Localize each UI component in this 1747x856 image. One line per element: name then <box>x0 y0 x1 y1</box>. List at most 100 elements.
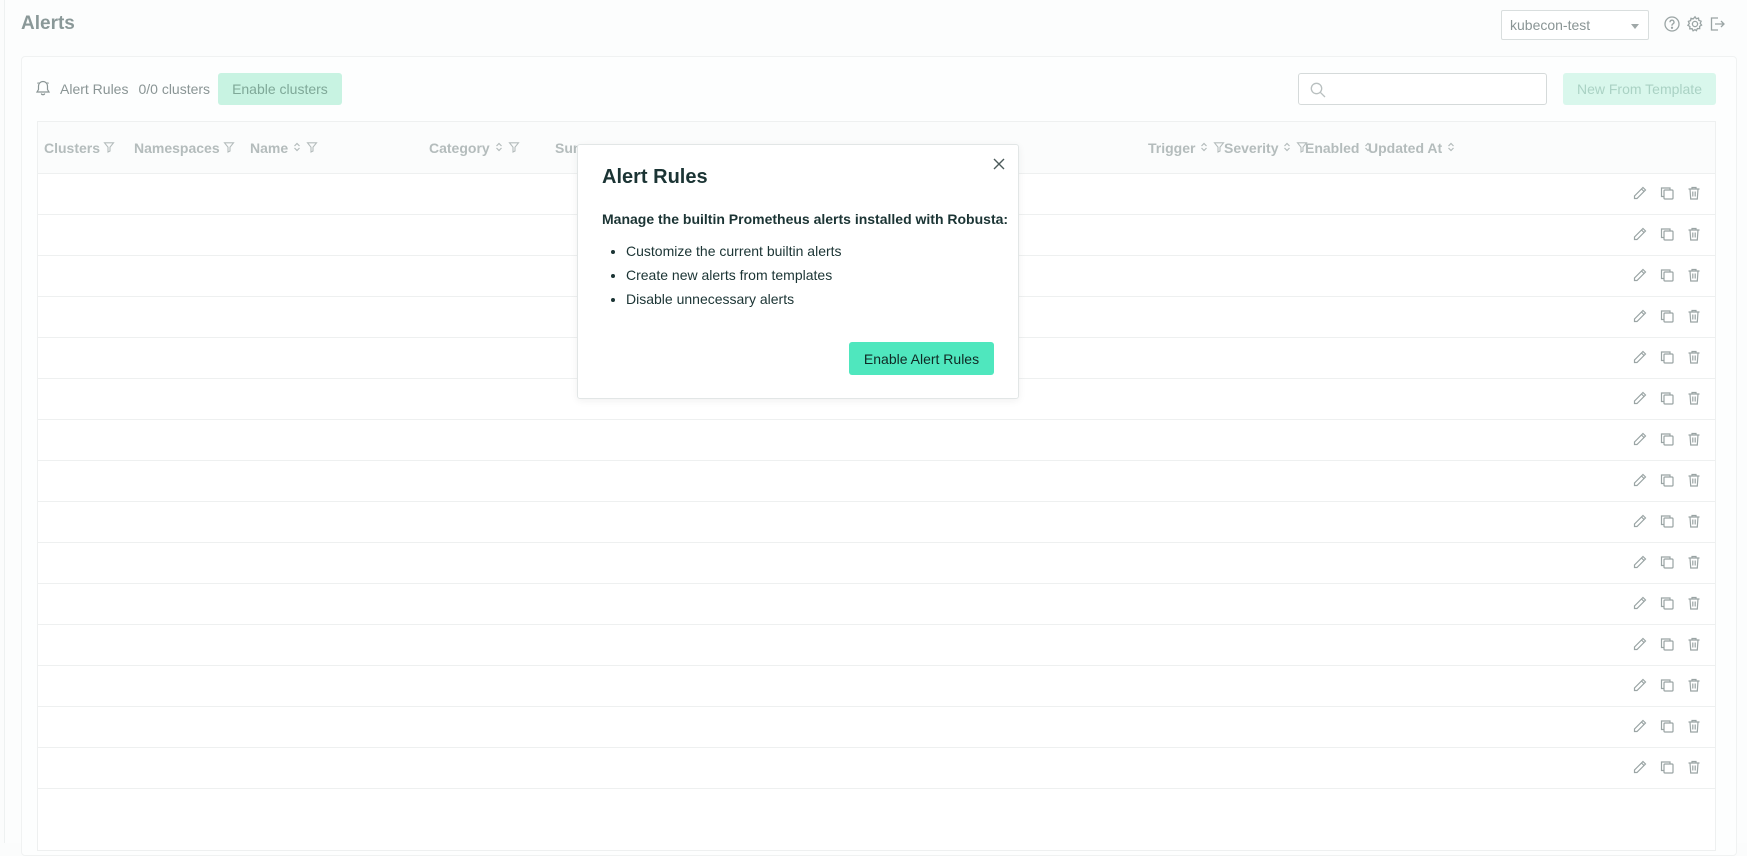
modal-feature-list: Customize the current builtin alerts Cre… <box>626 242 842 314</box>
column-header[interactable]: Name <box>250 140 318 156</box>
delete-icon[interactable] <box>1686 677 1702 693</box>
section-label: Alert Rules <box>60 81 129 97</box>
edit-icon[interactable] <box>1632 308 1648 324</box>
edit-icon[interactable] <box>1632 636 1648 652</box>
row-actions <box>1632 185 1702 201</box>
delete-icon[interactable] <box>1686 267 1702 283</box>
copy-icon[interactable] <box>1659 390 1675 406</box>
column-header[interactable]: Namespaces <box>134 140 235 156</box>
copy-icon[interactable] <box>1659 431 1675 447</box>
column-header[interactable]: Severity <box>1224 140 1309 156</box>
delete-icon[interactable] <box>1686 554 1702 570</box>
page-title: Alerts <box>21 13 75 34</box>
help-icon[interactable] <box>1663 15 1681 33</box>
search-box[interactable] <box>1298 73 1547 105</box>
delete-icon[interactable] <box>1686 390 1702 406</box>
edit-icon[interactable] <box>1632 554 1648 570</box>
column-header[interactable]: Enabled <box>1305 140 1374 156</box>
copy-icon[interactable] <box>1659 677 1675 693</box>
filter-icon[interactable] <box>103 140 115 156</box>
table-row <box>38 707 1715 748</box>
copy-icon[interactable] <box>1659 513 1675 529</box>
filter-icon[interactable] <box>222 140 235 156</box>
delete-icon[interactable] <box>1686 431 1702 447</box>
delete-icon[interactable] <box>1686 718 1702 734</box>
edit-icon[interactable] <box>1632 513 1648 529</box>
copy-icon[interactable] <box>1659 636 1675 652</box>
column-header[interactable]: Trigger <box>1148 140 1226 156</box>
edit-icon[interactable] <box>1632 718 1648 734</box>
delete-icon[interactable] <box>1686 226 1702 242</box>
enable-alert-rules-button[interactable]: Enable Alert Rules <box>849 342 994 375</box>
copy-icon[interactable] <box>1659 472 1675 488</box>
copy-icon[interactable] <box>1659 554 1675 570</box>
row-actions <box>1632 677 1702 693</box>
edit-icon[interactable] <box>1632 390 1648 406</box>
edit-icon[interactable] <box>1632 267 1648 283</box>
copy-icon[interactable] <box>1659 759 1675 775</box>
row-actions <box>1632 636 1702 652</box>
column-header-label: Name <box>250 140 289 156</box>
column-header[interactable]: Clusters <box>44 140 115 156</box>
row-actions <box>1632 308 1702 324</box>
row-actions <box>1632 349 1702 365</box>
column-header[interactable]: Category <box>429 140 520 156</box>
column-header-label: Updated At <box>1368 140 1443 156</box>
table-row <box>38 420 1715 461</box>
edit-icon[interactable] <box>1632 759 1648 775</box>
copy-icon[interactable] <box>1659 349 1675 365</box>
column-header-label: Severity <box>1224 140 1279 156</box>
edit-icon[interactable] <box>1632 595 1648 611</box>
column-header-label: Trigger <box>1148 140 1196 156</box>
sort-icon[interactable] <box>291 140 303 156</box>
delete-icon[interactable] <box>1686 636 1702 652</box>
gear-icon[interactable] <box>1686 15 1704 33</box>
row-actions <box>1632 226 1702 242</box>
delete-icon[interactable] <box>1686 513 1702 529</box>
copy-icon[interactable] <box>1659 267 1675 283</box>
sort-icon[interactable] <box>493 140 505 156</box>
table-row <box>38 461 1715 502</box>
edit-icon[interactable] <box>1632 431 1648 447</box>
edit-icon[interactable] <box>1632 349 1648 365</box>
edit-icon[interactable] <box>1632 472 1648 488</box>
new-from-template-button[interactable]: New From Template <box>1563 73 1716 105</box>
sort-icon[interactable] <box>1445 140 1457 156</box>
table-row <box>38 584 1715 625</box>
sort-icon[interactable] <box>1198 140 1210 156</box>
column-header-label: Category <box>429 140 490 156</box>
delete-icon[interactable] <box>1686 595 1702 611</box>
logout-icon[interactable] <box>1708 15 1726 33</box>
delete-icon[interactable] <box>1686 472 1702 488</box>
delete-icon[interactable] <box>1686 349 1702 365</box>
table-row <box>38 543 1715 584</box>
copy-icon[interactable] <box>1659 226 1675 242</box>
edit-icon[interactable] <box>1632 677 1648 693</box>
delete-icon[interactable] <box>1686 185 1702 201</box>
edit-icon[interactable] <box>1632 185 1648 201</box>
row-actions <box>1632 759 1702 775</box>
copy-icon[interactable] <box>1659 718 1675 734</box>
column-header[interactable]: Updated At <box>1368 140 1457 156</box>
row-actions <box>1632 267 1702 283</box>
close-icon[interactable] <box>991 156 1007 172</box>
copy-icon[interactable] <box>1659 185 1675 201</box>
sort-icon[interactable] <box>1281 140 1293 156</box>
row-actions <box>1632 431 1702 447</box>
cluster-select[interactable]: kubecon-test <box>1501 10 1649 40</box>
filter-icon[interactable] <box>508 140 520 156</box>
cluster-select-value: kubecon-test <box>1510 17 1591 33</box>
copy-icon[interactable] <box>1659 308 1675 324</box>
column-header-label: Clusters <box>44 140 101 156</box>
delete-icon[interactable] <box>1686 308 1702 324</box>
copy-icon[interactable] <box>1659 595 1675 611</box>
enable-clusters-button[interactable]: Enable clusters <box>218 73 342 105</box>
bell-icon <box>34 79 52 100</box>
cluster-count: 0/0 clusters <box>138 81 211 97</box>
row-actions <box>1632 472 1702 488</box>
search-input[interactable] <box>1333 78 1538 100</box>
row-actions <box>1632 554 1702 570</box>
delete-icon[interactable] <box>1686 759 1702 775</box>
edit-icon[interactable] <box>1632 226 1648 242</box>
filter-icon[interactable] <box>306 140 318 156</box>
